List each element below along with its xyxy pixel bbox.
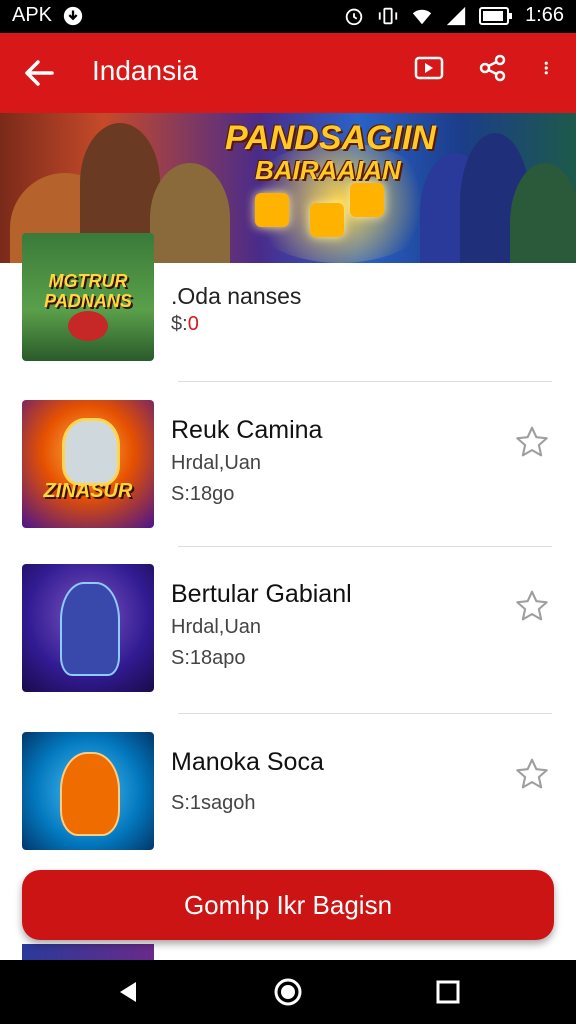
banner-title: PANDSAGIIN — [225, 119, 436, 157]
status-time: 1:66 — [525, 4, 564, 26]
list-item[interactable]: Bertular Gabianl Hrdal,Uan S:18apo — [0, 564, 576, 714]
game-thumbnail — [22, 564, 154, 692]
price-prefix: S: — [171, 647, 190, 669]
thumbnail-art — [60, 582, 120, 676]
banner-treasure — [255, 193, 289, 227]
item-subtitle: Hrdal,Uan — [171, 452, 262, 474]
favorite-star-icon[interactable] — [514, 424, 550, 460]
list-divider — [178, 546, 552, 547]
wifi-icon — [412, 9, 432, 24]
price-value: 0 — [187, 313, 199, 335]
cast-icon[interactable] — [414, 53, 444, 83]
price-prefix: S: — [171, 483, 190, 505]
list-item[interactable]: ZINASUR Reuk Camina Hrdal,Uan S:18go — [0, 400, 576, 550]
app-title: Indansia — [92, 55, 198, 86]
favorite-star-icon[interactable] — [514, 756, 550, 792]
game-thumbnail — [22, 732, 154, 850]
thumbnail-logo-text: MGTRUR PADNANS — [44, 271, 132, 311]
list-item[interactable]: Manoka Soca S:1sagoh — [0, 732, 576, 862]
more-vert-icon[interactable] — [542, 53, 558, 83]
back-nav-icon[interactable] — [112, 976, 144, 1008]
thumbnail-art — [68, 311, 108, 341]
banner-hero-character — [150, 163, 230, 263]
system-nav-bar — [0, 960, 576, 1024]
primary-action-button[interactable]: Gomhp Ikr Bagisn — [22, 870, 554, 940]
app-bar: Indansia — [0, 33, 576, 113]
item-price: S:18go — [171, 483, 234, 506]
favorite-star-icon[interactable] — [514, 588, 550, 624]
recents-nav-icon[interactable] — [432, 976, 464, 1008]
game-thumbnail: ZINASUR — [22, 400, 154, 528]
item-name: Reuk Camina — [171, 416, 323, 444]
banner-treasure — [310, 203, 344, 237]
game-thumbnail: MGTRUR PADNANS — [22, 233, 154, 361]
battery-icon — [479, 6, 513, 25]
status-left-text: APK — [12, 4, 53, 26]
item-name: Bertular Gabianl — [171, 580, 352, 608]
banner-subtitle: BAIRAAIAN — [255, 155, 401, 185]
list-item[interactable]: MGTRUR PADNANS .Oda nanses $:0 — [0, 233, 576, 383]
list-divider — [178, 713, 552, 714]
item-subtitle: .Oda nanses — [171, 283, 302, 309]
alarm-icon — [345, 8, 363, 25]
item-price: S:18apo — [171, 647, 246, 670]
item-price: S:1sagoh — [171, 792, 256, 815]
signal-icon — [446, 6, 466, 25]
item-name: Manoka Soca — [171, 748, 324, 776]
share-icon[interactable] — [478, 53, 508, 83]
thumbnail-art — [60, 752, 120, 836]
home-nav-icon[interactable] — [272, 976, 304, 1008]
thumbnail-logo-text: ZINASUR — [43, 480, 133, 502]
banner-treasure — [350, 183, 384, 217]
price-value: 18apo — [189, 647, 246, 669]
price-prefix: S: — [171, 792, 190, 814]
item-price: $:0 — [171, 313, 199, 336]
download-icon — [63, 6, 83, 25]
price-value: 1sagoh — [189, 792, 256, 814]
vibrate-icon — [378, 7, 398, 24]
game-thumbnail — [22, 944, 154, 960]
price-value: 18go — [189, 483, 235, 505]
price-prefix: $: — [171, 313, 188, 335]
back-arrow-icon[interactable] — [22, 53, 56, 93]
thumbnail-art — [62, 418, 120, 486]
list-divider — [178, 381, 552, 382]
banner-hero-character — [80, 123, 160, 243]
item-subtitle: Hrdal,Uan — [171, 616, 262, 638]
status-bar: APK 1:66 — [0, 0, 576, 33]
